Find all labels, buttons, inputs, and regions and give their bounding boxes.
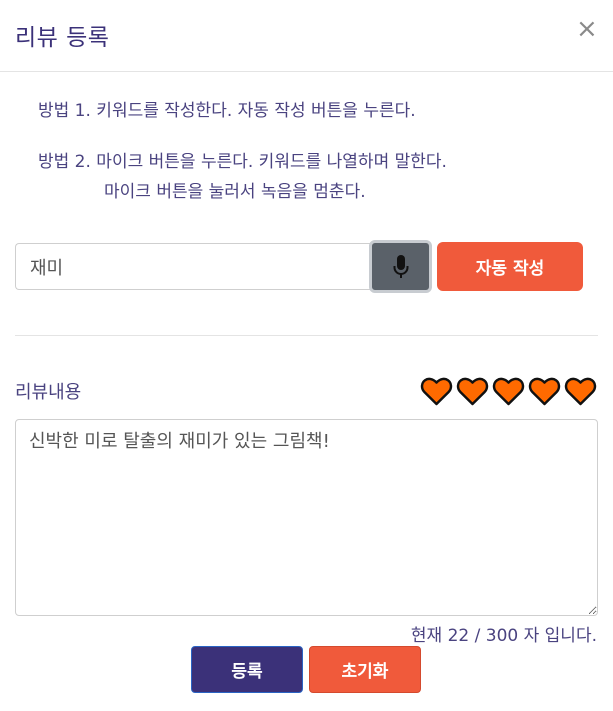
instruction-method-2-continued: 마이크 버튼을 눌러서 녹음을 멈춘다. [104,182,366,202]
auto-write-button[interactable]: 자동 작성 [437,242,583,291]
heart-icon[interactable] [420,376,453,406]
instruction-method-1: 방법 1. 키워드를 작성한다. 자동 작성 버튼을 누른다. [38,101,416,121]
heart-rating[interactable] [420,376,597,406]
modal-header: 리뷰 등록 × [0,0,613,72]
review-content-label: 리뷰내용 [15,382,82,403]
heart-icon[interactable] [456,376,489,406]
modal-title: 리뷰 등록 [15,25,110,51]
character-counter: 현재 22 / 300 자 입니다. [410,626,597,646]
keyword-input[interactable] [15,243,375,290]
heart-icon[interactable] [528,376,561,406]
instruction-method-2: 방법 2. 마이크 버튼을 누른다. 키워드를 나열하며 말한다. [38,152,447,172]
heart-icon[interactable] [492,376,525,406]
review-textarea[interactable]: 신박한 미로 탈출의 재미가 있는 그림책! [15,419,598,616]
close-icon[interactable]: × [576,16,598,42]
microphone-icon [393,254,408,278]
section-divider [15,335,598,336]
submit-button[interactable]: 등록 [191,646,303,693]
heart-icon[interactable] [564,376,597,406]
reset-button[interactable]: 초기화 [309,646,421,693]
microphone-button[interactable] [369,240,432,293]
